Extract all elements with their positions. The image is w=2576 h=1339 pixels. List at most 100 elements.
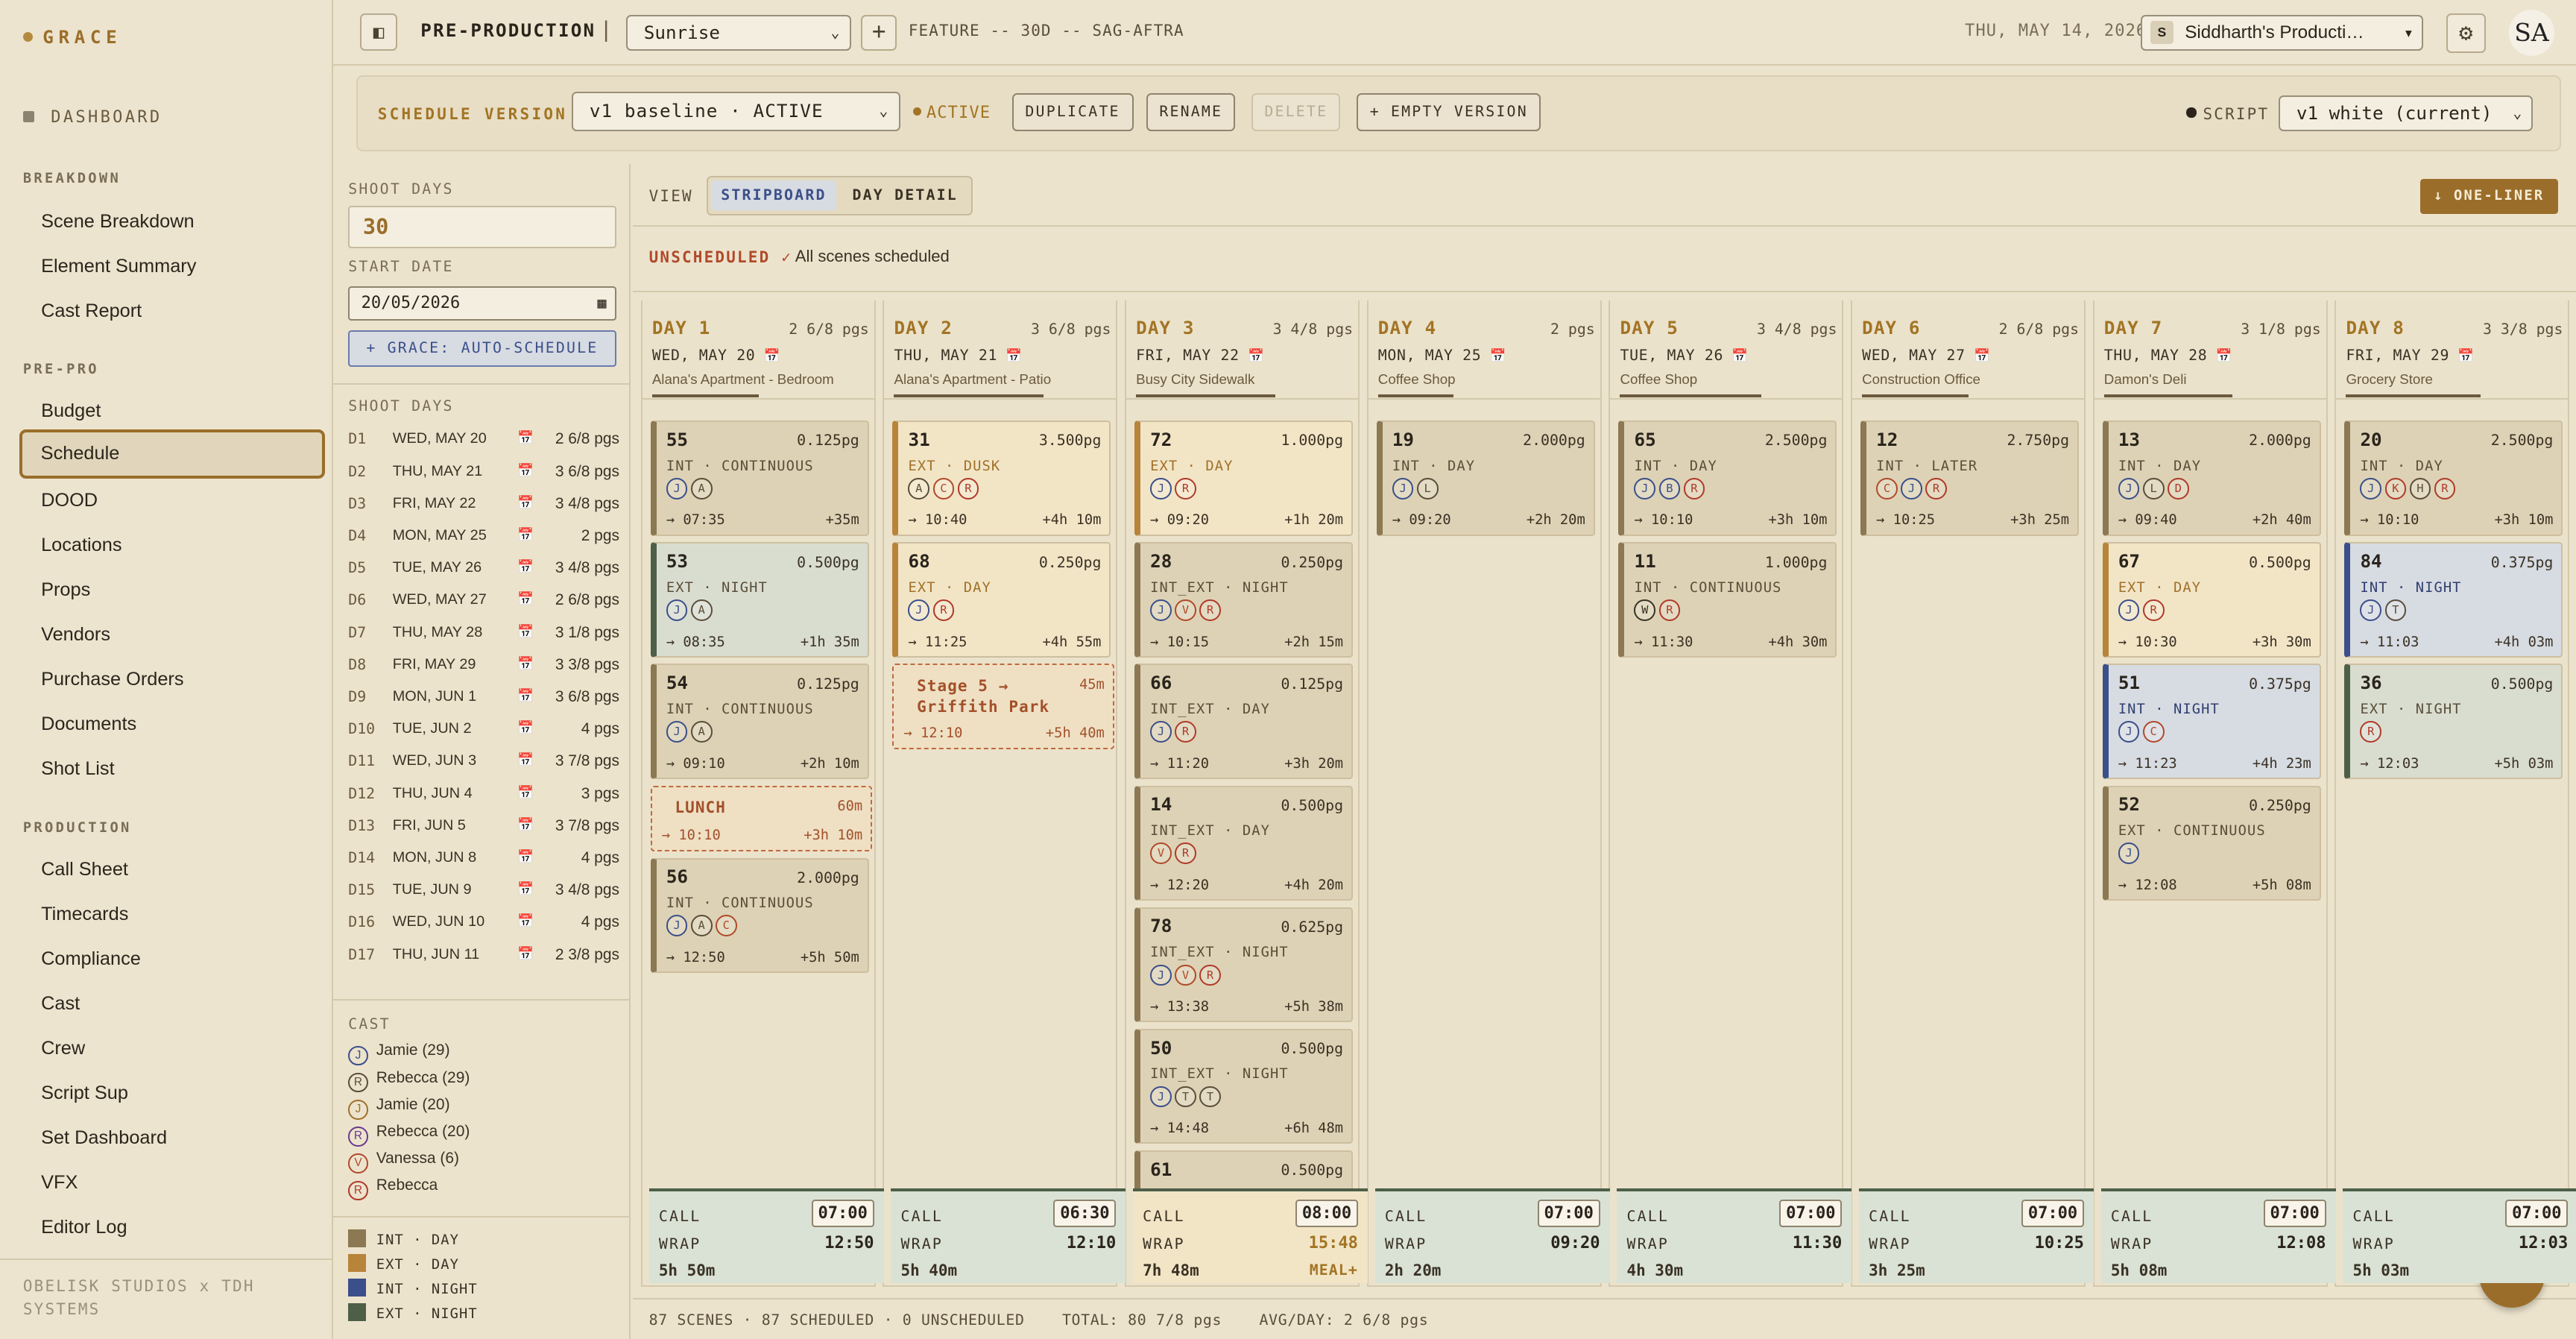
scene-strip[interactable]: 53 0.500pg EXT · NIGHT J A → 08:35 +1h 35m (650, 542, 869, 658)
production-select[interactable]: S Siddharth's Producti… ▾ (2140, 14, 2424, 51)
scene-strip[interactable]: 36 0.500pg EXT · NIGHT R → 12:03 +5h 03m (2344, 664, 2563, 779)
shoot-day-row[interactable]: D7 THU, MAY 28 📅 3 1/8 pgs (348, 624, 624, 649)
cast-item[interactable]: R Rebecca (20) (348, 1123, 470, 1147)
delete-button[interactable]: DELETE (1251, 93, 1341, 132)
call-time-input[interactable]: 07:00 (811, 1199, 874, 1228)
shoot-day-row[interactable]: D17 THU, JUN 11 📅 2 3/8 pgs (348, 946, 624, 971)
collapse-sidebar-icon[interactable]: ◧ (359, 13, 398, 51)
shoot-days-input[interactable]: 30 (348, 205, 616, 248)
scene-strip[interactable]: 78 0.625pg INT_EXT · NIGHT J V R → 13:38 +5h 38… (1134, 907, 1354, 1022)
rename-button[interactable]: RENAME (1146, 93, 1236, 132)
shoot-day-row[interactable]: D10 TUE, JUN 2 📅 4 pgs (348, 720, 624, 745)
call-time-input[interactable]: 07:00 (2021, 1199, 2084, 1228)
cast-item[interactable]: J Jamie (20) (348, 1096, 450, 1121)
shoot-day-row[interactable]: D1 WED, MAY 20 📅 2 6/8 pgs (348, 430, 624, 455)
project-select[interactable]: Sunrise ⌄ (625, 14, 851, 51)
sidebar-item-cast-report[interactable]: Cast Report (19, 286, 325, 335)
day-header[interactable]: DAY 2 3 6/8 pgs THU, MAY 21 📅 Alana's Apart… (884, 300, 1117, 400)
call-time-input[interactable]: 08:00 (1295, 1199, 1358, 1228)
day-header[interactable]: DAY 5 3 4/8 pgs TUE, MAY 26 📅 Coffee Shop (1610, 300, 1843, 400)
shoot-day-row[interactable]: D3 FRI, MAY 22 📅 3 4/8 pgs (348, 495, 624, 520)
scene-strip[interactable]: 54 0.125pg INT · CONTINUOUS J A → 09:10 +2h 10… (650, 664, 869, 779)
cast-item[interactable]: R Rebecca (29) (348, 1069, 470, 1094)
scene-strip[interactable]: 12 2.750pg INT · LATER C J R → 10:25 +3h 25m (1860, 420, 2080, 536)
call-time-input[interactable]: 07:00 (1537, 1199, 1600, 1228)
cast-item[interactable]: R Rebecca (348, 1176, 438, 1201)
day-header[interactable]: DAY 1 2 6/8 pgs WED, MAY 20 📅 Alana's Apart… (642, 300, 874, 400)
sidebar-item-shot-list[interactable]: Shot List (19, 744, 325, 793)
add-project-icon[interactable]: + (860, 14, 897, 51)
day-header[interactable]: DAY 4 2 pgs MON, MAY 25 📅 Coffee Shop (1368, 300, 1600, 400)
sidebar-item-purchase-orders[interactable]: Purchase Orders (19, 655, 325, 704)
sidebar-item-vendors[interactable]: Vendors (19, 610, 325, 659)
cast-item[interactable]: V Vanessa (6) (348, 1150, 459, 1174)
scene-strip[interactable]: 84 0.375pg INT · NIGHT J T → 11:03 +4h 03m (2344, 542, 2563, 658)
scene-strip[interactable]: 67 0.500pg EXT · DAY J R → 10:30 +3h 30m (2102, 542, 2321, 658)
scene-strip[interactable]: 14 0.500pg INT_EXT · DAY V R → 12:20 +4h 20m (1134, 785, 1354, 901)
gear-icon[interactable]: ⚙ (2446, 13, 2486, 53)
scene-strip[interactable]: 52 0.250pg EXT · CONTINUOUS J → 12:08 +5h 08m (2102, 785, 2321, 901)
sidebar-item-locations[interactable]: Locations (19, 520, 325, 570)
nav-dashboard[interactable]: DASHBOARD (22, 108, 162, 127)
app-logo[interactable]: GRACE (22, 26, 121, 48)
scene-strip[interactable]: 72 1.000pg EXT · DAY J R → 09:20 +1h 20m (1134, 420, 1354, 536)
sidebar-item-documents[interactable]: Documents (19, 699, 325, 749)
break-strip[interactable]: Stage 5 → Griffith Park 45m → 12:10 +5h 40m (892, 664, 1114, 750)
shoot-day-row[interactable]: D8 FRI, MAY 29 📅 3 3/8 pgs (348, 656, 624, 681)
scene-strip[interactable]: 28 0.250pg INT_EXT · NIGHT J V R → 10:15 +2h 15… (1134, 542, 1354, 658)
scene-strip[interactable]: 66 0.125pg INT_EXT · DAY J R → 11:20 +3h 20m (1134, 664, 1354, 779)
day-header[interactable]: DAY 8 3 3/8 pgs FRI, MAY 29 📅 Grocery Store (2336, 300, 2569, 400)
shoot-day-row[interactable]: D12 THU, JUN 4 📅 3 pgs (348, 785, 624, 810)
sidebar-item-budget[interactable]: Budget (19, 386, 325, 435)
sidebar-item-scene-breakdown[interactable]: Scene Breakdown (19, 197, 325, 246)
one-liner-button[interactable]: ↓ ONE-LINER (2419, 179, 2558, 214)
shoot-day-row[interactable]: D2 THU, MAY 21 📅 3 6/8 pgs (348, 463, 624, 488)
day-header[interactable]: DAY 3 3 4/8 pgs FRI, MAY 22 📅 Busy City Sid… (1126, 300, 1359, 400)
sidebar-item-compliance[interactable]: Compliance (19, 934, 325, 983)
calendar-icon[interactable]: ▦ (598, 288, 607, 319)
shoot-day-row[interactable]: D14 MON, JUN 8 📅 4 pgs (348, 849, 624, 874)
script-select[interactable]: v1 white (current) ⌄ (2278, 95, 2534, 132)
scene-strip[interactable]: 11 1.000pg INT · CONTINUOUS W R → 11:30 +4h 30… (1618, 542, 1837, 658)
scene-strip[interactable]: 55 0.125pg INT · CONTINUOUS J A → 07:35 +35m (650, 420, 869, 536)
version-select[interactable]: v1 baseline · ACTIVE ⌄ (571, 92, 900, 132)
sidebar-item-call-sheet[interactable]: Call Sheet (19, 845, 325, 894)
shoot-day-row[interactable]: D11 WED, JUN 3 📅 3 7/8 pgs (348, 752, 624, 777)
sidebar-item-props[interactable]: Props (19, 565, 325, 614)
shoot-day-row[interactable]: D9 MON, JUN 1 📅 3 6/8 pgs (348, 688, 624, 713)
auto-schedule-button[interactable]: + GRACE: AUTO-SCHEDULE (348, 330, 616, 367)
scene-strip[interactable]: 51 0.375pg INT · NIGHT J C → 11:23 +4h 23m (2102, 664, 2321, 779)
shoot-day-row[interactable]: D4 MON, MAY 25 📅 2 pgs (348, 527, 624, 552)
day-header[interactable]: DAY 6 2 6/8 pgs WED, MAY 27 📅 Construction … (1852, 300, 2085, 400)
sidebar-item-dood[interactable]: DOOD (19, 476, 325, 525)
call-time-input[interactable]: 07:00 (2263, 1199, 2326, 1228)
shoot-day-row[interactable]: D15 TUE, JUN 9 📅 3 4/8 pgs (348, 881, 624, 906)
call-time-input[interactable]: 07:00 (1779, 1199, 1843, 1228)
scene-strip[interactable]: 50 0.500pg INT_EXT · NIGHT J T T → 14:48 +6h 48… (1134, 1028, 1354, 1144)
break-strip[interactable]: LUNCH 60m → 10:10 +3h 10m (650, 785, 873, 851)
shoot-day-row[interactable]: D5 TUE, MAY 26 📅 3 4/8 pgs (348, 559, 624, 584)
sidebar-item-cast[interactable]: Cast (19, 979, 325, 1028)
scene-strip[interactable]: 56 2.000pg INT · CONTINUOUS J A C → 12:50 +5h 5… (650, 857, 869, 973)
scene-strip[interactable]: 65 2.500pg INT · DAY J B R → 10:10 +3h 10m (1618, 420, 1837, 536)
duplicate-button[interactable]: DUPLICATE (1011, 93, 1134, 132)
sidebar-item-schedule[interactable]: Schedule (19, 429, 326, 479)
call-time-input[interactable]: 07:00 (2505, 1199, 2569, 1228)
scene-strip[interactable]: 13 2.000pg INT · DAY J L D → 09:40 +2h 40m (2102, 420, 2321, 536)
shoot-day-row[interactable]: D13 FRI, JUN 5 📅 3 7/8 pgs (348, 817, 624, 842)
sidebar-item-vfx[interactable]: VFX (19, 1158, 325, 1207)
start-date-input[interactable]: 20/05/2026 ▦ (348, 286, 616, 321)
scene-strip[interactable]: 19 2.000pg INT · DAY J L → 09:20 +2h 20m (1376, 420, 1595, 536)
call-time-input[interactable]: 06:30 (1053, 1199, 1117, 1228)
scene-strip[interactable]: 20 2.500pg INT · DAY J K H R → 10:10 +3h 10m (2344, 420, 2563, 536)
shoot-day-row[interactable]: D16 WED, JUN 10 📅 4 pgs (348, 913, 624, 938)
sidebar-item-crew[interactable]: Crew (19, 1024, 325, 1073)
sidebar-item-set-dashboard[interactable]: Set Dashboard (19, 1113, 325, 1162)
sidebar-item-editor-log[interactable]: Editor Log (19, 1203, 325, 1252)
scene-strip[interactable]: 68 0.250pg EXT · DAY J R → 11:25 +4h 55m (892, 542, 1111, 658)
shoot-day-row[interactable]: D6 WED, MAY 27 📅 2 6/8 pgs (348, 591, 624, 616)
tab-day-detail[interactable]: DAY DETAIL (842, 180, 967, 210)
empty-version-button[interactable]: + EMPTY VERSION (1357, 93, 1541, 132)
sidebar-item-element-summary[interactable]: Element Summary (19, 242, 325, 291)
cast-item[interactable]: J Jamie (29) (348, 1042, 450, 1066)
